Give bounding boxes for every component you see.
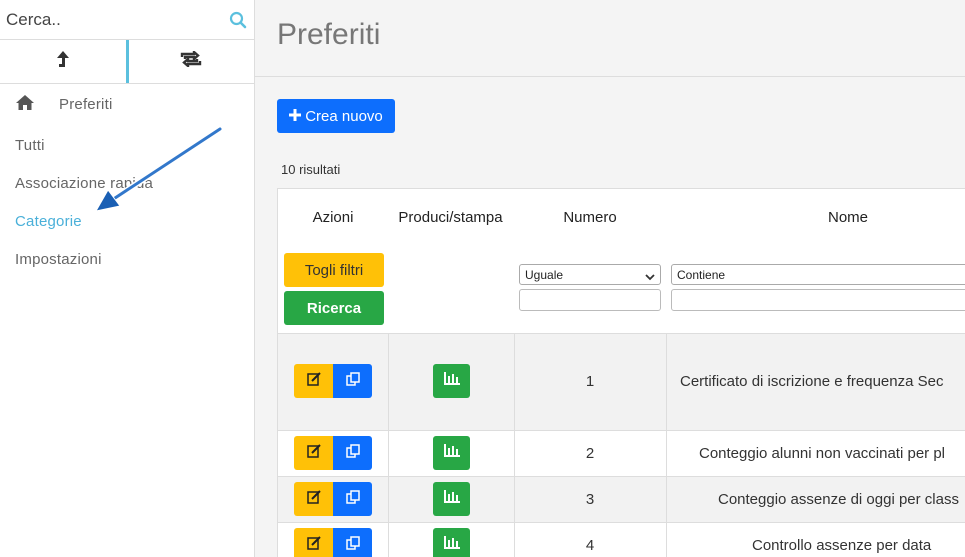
- row-name[interactable]: Certificato di iscrizione e frequenza Se…: [680, 373, 965, 390]
- page-title: Preferiti: [277, 18, 381, 51]
- produce-button[interactable]: [433, 482, 470, 516]
- favorites-table: Azioni Produci/stampa Numero Nome Togli …: [277, 188, 965, 557]
- table-row: 1 Certificato di iscrizione e frequenza …: [278, 333, 965, 430]
- duplicate-button[interactable]: [333, 528, 372, 557]
- column-header-produce: Produci/stampa: [398, 209, 503, 226]
- column-header-number: Numero: [563, 209, 617, 226]
- duplicate-button[interactable]: [333, 482, 372, 516]
- produce-button[interactable]: [433, 436, 470, 470]
- number-operator-select[interactable]: Uguale: [519, 264, 661, 285]
- edit-button[interactable]: [294, 482, 333, 516]
- duplicate-button[interactable]: [333, 436, 372, 470]
- clear-filters-button[interactable]: Togli filtri: [284, 253, 384, 287]
- name-operator-value: Contiene: [677, 267, 726, 282]
- bar-chart-icon: [443, 536, 460, 554]
- sidebar-item-associazione-rapida[interactable]: Associazione rapida: [0, 164, 254, 202]
- bar-chart-icon: [443, 372, 460, 390]
- sidebar-item-impostazioni[interactable]: Impostazioni: [0, 240, 254, 278]
- retweet-icon: [179, 49, 203, 72]
- column-divider: [388, 334, 389, 430]
- produce-button[interactable]: [433, 364, 470, 398]
- chevron-down-icon: [645, 270, 655, 284]
- sidebar: Preferiti Tutti Associazione rapida Cate…: [0, 0, 255, 557]
- column-divider: [666, 477, 667, 522]
- copy-icon: [345, 443, 360, 463]
- bar-chart-icon: [443, 490, 460, 508]
- row-number: 3: [585, 491, 595, 508]
- column-divider: [388, 477, 389, 522]
- edit-icon: [306, 443, 321, 463]
- row-actions: [294, 436, 372, 470]
- create-new-button[interactable]: Crea nuovo: [277, 99, 395, 133]
- sidebar-nav: Preferiti Tutti Associazione rapida Cate…: [0, 84, 254, 278]
- row-actions: [294, 364, 372, 398]
- column-divider: [666, 431, 667, 476]
- sidebar-item-label: Tutti: [15, 136, 45, 154]
- edit-icon: [306, 371, 321, 391]
- number-operator-value: Uguale: [525, 267, 564, 282]
- row-name[interactable]: Conteggio alunni non vaccinati per pl: [699, 445, 965, 462]
- plus-icon: [289, 108, 302, 125]
- table-row: 2 Conteggio alunni non vaccinati per pl: [278, 430, 965, 476]
- edit-icon: [306, 489, 321, 509]
- level-up-icon: [56, 50, 70, 73]
- number-filter-input[interactable]: [519, 289, 661, 311]
- home-icon: [15, 94, 35, 115]
- column-divider: [388, 523, 389, 557]
- title-bar: Preferiti: [255, 0, 965, 77]
- edit-button[interactable]: [294, 364, 333, 398]
- row-actions: [294, 482, 372, 516]
- search-button[interactable]: Ricerca: [284, 291, 384, 325]
- copy-icon: [345, 535, 360, 555]
- edit-icon: [306, 535, 321, 555]
- sidebar-item-label: Preferiti: [59, 95, 113, 113]
- table-row: 4 Controllo assenze per data: [278, 522, 965, 557]
- sidebar-item-preferiti[interactable]: Preferiti: [0, 90, 254, 118]
- sidebar-item-label: Impostazioni: [15, 250, 102, 268]
- duplicate-button[interactable]: [333, 364, 372, 398]
- search-icon[interactable]: [228, 10, 248, 30]
- search-input[interactable]: [6, 9, 228, 30]
- produce-button[interactable]: [433, 528, 470, 557]
- copy-icon: [345, 489, 360, 509]
- column-header-actions: Azioni: [312, 209, 354, 226]
- row-name[interactable]: Conteggio assenze di oggi per class: [718, 491, 965, 508]
- row-number: 4: [585, 537, 595, 554]
- name-filter-input[interactable]: [671, 289, 965, 311]
- edit-button[interactable]: [294, 528, 333, 557]
- sidebar-tabs: [0, 40, 254, 84]
- edit-button[interactable]: [294, 436, 333, 470]
- bar-chart-icon: [443, 444, 460, 462]
- search-box: [0, 0, 254, 40]
- tab-up[interactable]: [0, 40, 129, 83]
- copy-icon: [345, 371, 360, 391]
- row-name[interactable]: Controllo assenze per data: [752, 537, 965, 554]
- sidebar-item-tutti[interactable]: Tutti: [0, 126, 254, 164]
- tab-retweet[interactable]: [129, 40, 255, 83]
- row-actions: [294, 528, 372, 557]
- sidebar-item-categorie[interactable]: Categorie: [0, 202, 254, 240]
- table-row: 3 Conteggio assenze di oggi per class: [278, 476, 965, 522]
- row-number: 1: [585, 373, 595, 390]
- sidebar-item-label: Associazione rapida: [15, 174, 154, 192]
- column-divider: [666, 334, 667, 430]
- column-divider: [388, 431, 389, 476]
- row-number: 2: [585, 445, 595, 462]
- column-header-name: Nome: [827, 209, 868, 226]
- column-divider: [666, 523, 667, 557]
- create-new-label: Crea nuovo: [305, 107, 383, 125]
- main-content: Preferiti Crea nuovo 10 risultati Azioni…: [255, 0, 965, 557]
- name-operator-select[interactable]: Contiene: [671, 264, 965, 285]
- sidebar-item-label: Categorie: [15, 212, 82, 230]
- results-count: 10 risultati: [281, 162, 341, 177]
